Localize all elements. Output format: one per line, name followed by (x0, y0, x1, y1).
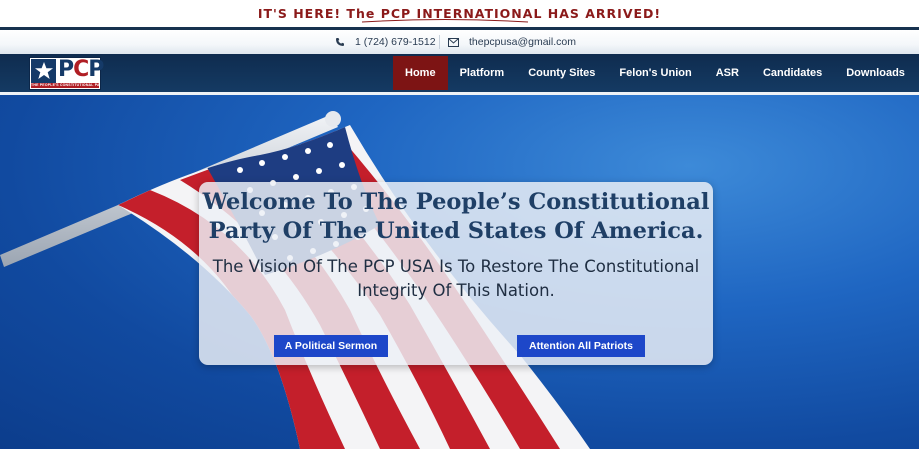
contact-bar: 1 (724) 679-1512 thepcpusa@gmail.com (0, 30, 919, 54)
envelope-icon (448, 37, 459, 47)
nav-item-platform[interactable]: Platform (448, 56, 517, 90)
email-address: thepcpusa@gmail.com (469, 36, 576, 48)
email-link[interactable]: thepcpusa@gmail.com (448, 36, 576, 48)
star-icon (31, 59, 56, 83)
phone-icon (335, 37, 345, 47)
political-sermon-button[interactable]: A Political Sermon (274, 335, 388, 357)
logo-tagline: THE PEOPLE'S CONSTITUTIONAL PARTY (31, 83, 99, 88)
nav-item-asr[interactable]: ASR (704, 56, 751, 90)
announcement-bar: IT'S HERE! The PCP INTERNATIONAL HAS ARR… (0, 0, 919, 27)
main-nav: PCP THE PEOPLE'S CONSTITUTIONAL PARTY Ho… (0, 54, 919, 92)
logo-letters: PCP (58, 57, 104, 82)
contact-divider (439, 35, 440, 49)
phone-link[interactable]: 1 (724) 679-1512 (335, 36, 436, 48)
hero-section: Welcome To The People’s Constitutional P… (0, 95, 919, 449)
site-logo[interactable]: PCP THE PEOPLE'S CONSTITUTIONAL PARTY (29, 57, 104, 90)
phone-number: 1 (724) 679-1512 (355, 36, 436, 48)
nav-item-home[interactable]: Home (393, 56, 448, 90)
nav-item-felons-union[interactable]: Felon's Union (607, 56, 703, 90)
hero-subtitle: The Vision Of The PCP USA Is To Restore … (212, 257, 700, 300)
underline-swoosh (361, 19, 529, 23)
nav-item-candidates[interactable]: Candidates (751, 56, 834, 90)
nav-item-downloads[interactable]: Downloads (834, 56, 917, 90)
nav-item-county-sites[interactable]: County Sites (516, 56, 607, 90)
attention-patriots-button[interactable]: Attention All Patriots (517, 335, 645, 357)
hero-title: Welcome To The People’s Constitutional P… (202, 189, 710, 244)
welcome-card: Welcome To The People’s Constitutional P… (199, 182, 713, 365)
nav-menu: Home Platform County Sites Felon's Union… (393, 56, 917, 90)
